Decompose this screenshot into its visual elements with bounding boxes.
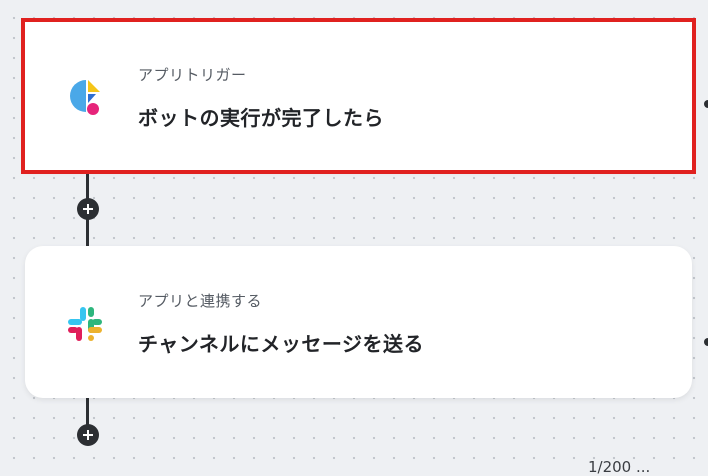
connection-handle[interactable] xyxy=(704,100,708,108)
plus-icon xyxy=(83,430,93,440)
slack-icon xyxy=(68,307,102,341)
step-counter: 1/200 ... xyxy=(588,458,651,476)
step-title: ボットの実行が完了したら xyxy=(138,106,384,130)
add-step-button[interactable] xyxy=(77,424,99,446)
trigger-step-card[interactable]: アプリトリガー ボットの実行が完了したら xyxy=(21,18,696,174)
flow-bot-app-icon xyxy=(70,80,100,115)
step-type-label: アプリと連携する xyxy=(138,292,263,310)
plus-icon xyxy=(83,204,93,214)
add-step-button[interactable] xyxy=(77,198,99,220)
action-step-card[interactable]: アプリと連携する チャンネルにメッセージを送る xyxy=(25,246,692,398)
step-type-label: アプリトリガー xyxy=(138,66,247,84)
step-title: チャンネルにメッセージを送る xyxy=(138,332,424,356)
connection-handle[interactable] xyxy=(704,338,708,346)
